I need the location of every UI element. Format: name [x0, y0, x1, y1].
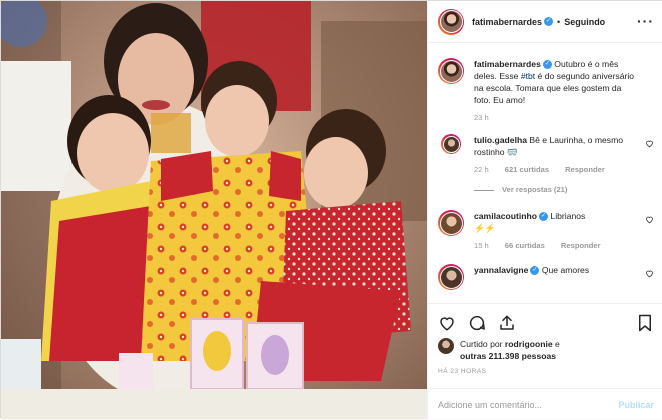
reply-button[interactable]: Responder	[565, 164, 605, 176]
comment-text: tulio.gadelha Bê e Laurinha, o mesmo ros…	[474, 134, 640, 158]
view-replies-label: Ver respostas (21)	[502, 185, 568, 194]
comment-likes[interactable]: 66 curtidas	[505, 240, 545, 252]
others-prefix: outras	[460, 351, 489, 361]
instagram-post: fatimabernardes ✓ • Seguindo ··· fatimab…	[0, 0, 662, 419]
post-actions: Curtido por rodrigoonie e outras 211.398…	[428, 303, 662, 419]
comments-list[interactable]: fatimabernardes ✓ Outubro é o mês deles. …	[428, 44, 662, 302]
commenter-avatar[interactable]	[438, 264, 464, 290]
comment-text: camilacoutinho ✓ Librianos ⚡⚡	[474, 210, 640, 234]
liked-by-and: e	[552, 339, 560, 349]
share-icon[interactable]	[498, 314, 516, 332]
comment-text: yannalavigne ✓ Que amores	[474, 264, 640, 276]
comment-content: Que amores	[541, 265, 590, 275]
like-heart-icon[interactable]	[438, 314, 456, 332]
like-comment-heart-icon[interactable]	[645, 139, 654, 148]
comment-input[interactable]	[438, 399, 588, 410]
comment-meta: 15 h 66 curtidas Responder	[474, 240, 640, 252]
verified-badge-icon: ✓	[530, 266, 540, 276]
comment-username[interactable]: camilacoutinho	[474, 211, 537, 221]
family-photo-illustration	[1, 1, 427, 419]
posted-time[interactable]: HÁ 23 HORAS	[438, 368, 487, 375]
post-header: fatimabernardes ✓ • Seguindo ···	[428, 1, 662, 43]
comment-row: yannalavigne ✓ Que amores	[438, 264, 654, 290]
post-sidebar: fatimabernardes ✓ • Seguindo ··· fatimab…	[427, 1, 662, 419]
comment-body: tulio.gadelha Bê e Laurinha, o mesmo ros…	[474, 134, 654, 196]
author-avatar[interactable]	[438, 8, 464, 35]
author-username[interactable]: fatimabernardes	[472, 17, 542, 27]
commenter-avatar[interactable]	[441, 134, 461, 154]
liker-username[interactable]: rodrigoonie	[505, 339, 553, 349]
verified-badge-icon: ✓	[542, 60, 552, 70]
comment-time[interactable]: 22 h	[474, 164, 489, 176]
comment-username[interactable]: tulio.gadelha	[474, 135, 527, 145]
caption-username[interactable]: fatimabernardes	[474, 59, 541, 69]
liked-by: Curtido por rodrigoonie e outras 211.398…	[438, 338, 560, 362]
comment-time[interactable]: 15 h	[474, 240, 489, 252]
comment-content: Librianos	[550, 211, 586, 221]
liker-avatar[interactable]	[438, 338, 454, 354]
comment-bubble-icon[interactable]	[468, 314, 486, 332]
caption-avatar[interactable]	[438, 58, 464, 84]
view-replies[interactable]: Ver respostas (21)	[474, 184, 640, 196]
comment-row: tulio.gadelha Bê e Laurinha, o mesmo ros…	[438, 134, 654, 196]
likes-count[interactable]: 211.398 pessoas	[489, 351, 556, 361]
comment-username[interactable]: yannalavigne	[474, 265, 528, 275]
comment-content-emoji: ⚡⚡	[474, 223, 496, 233]
action-icons	[438, 314, 516, 332]
comment-meta: 22 h 621 curtidas Responder	[474, 164, 640, 176]
liked-by-prefix: Curtido por	[460, 339, 505, 349]
add-comment-bar: Publicar	[428, 388, 662, 420]
caption-row: fatimabernardes ✓ Outubro é o mês deles. …	[438, 58, 654, 124]
comment-body: camilacoutinho ✓ Librianos ⚡⚡ 15 h 66 cur…	[474, 210, 654, 252]
post-photo[interactable]	[1, 1, 427, 419]
comment-likes[interactable]: 621 curtidas	[505, 164, 549, 176]
replies-line	[474, 189, 494, 191]
caption-text: fatimabernardes ✓ Outubro é o mês deles. …	[474, 58, 640, 106]
caption-body: fatimabernardes ✓ Outubro é o mês deles. …	[474, 58, 654, 124]
caption-time[interactable]: 23 h	[474, 112, 489, 124]
comment-row: camilacoutinho ✓ Librianos ⚡⚡ 15 h 66 cur…	[438, 210, 654, 252]
like-comment-heart-icon[interactable]	[645, 215, 654, 224]
publish-button[interactable]: Publicar	[618, 400, 654, 410]
more-options-icon[interactable]: ···	[637, 13, 654, 29]
follow-status-button[interactable]: Seguindo	[564, 17, 605, 27]
commenter-avatar[interactable]	[438, 210, 464, 236]
liked-by-text: Curtido por rodrigoonie e outras 211.398…	[460, 338, 560, 362]
save-bookmark[interactable]	[636, 314, 654, 334]
verified-badge-icon: ✓	[539, 212, 549, 222]
caption-meta: 23 h	[474, 112, 640, 124]
reply-button[interactable]: Responder	[561, 240, 601, 252]
hashtag-link[interactable]: #tbt	[521, 71, 535, 81]
bookmark-icon[interactable]	[636, 314, 654, 332]
separator-dot: •	[557, 16, 561, 27]
like-comment-heart-icon[interactable]	[645, 269, 654, 278]
comment-body: yannalavigne ✓ Que amores	[474, 264, 654, 290]
verified-badge-icon: ✓	[544, 17, 554, 26]
